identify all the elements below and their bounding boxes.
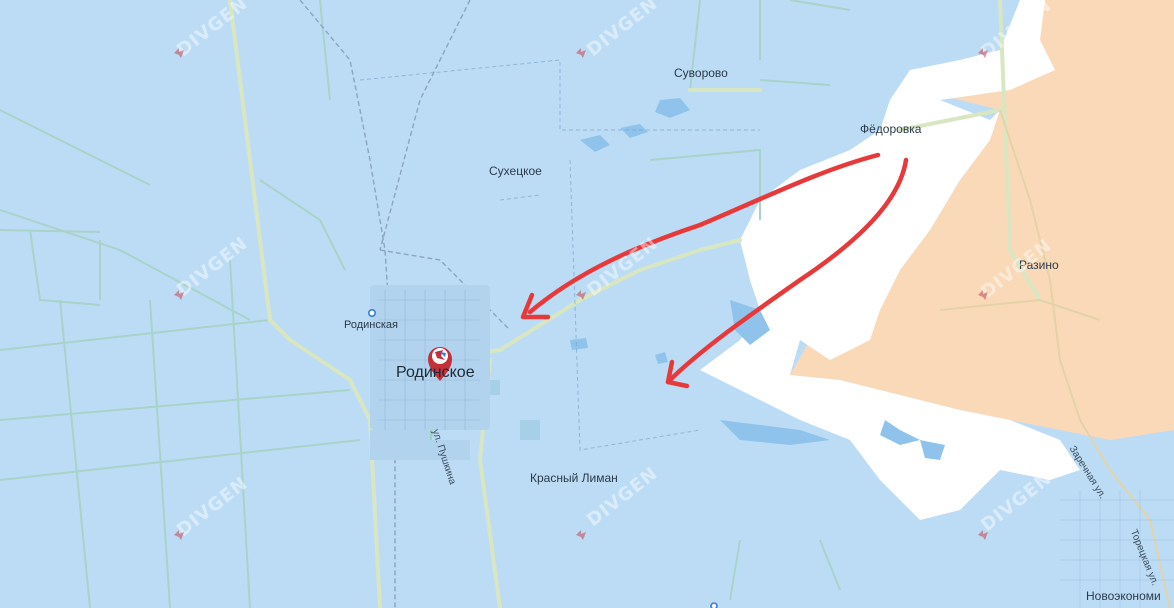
label-fedorovka: Фёдоровка: [860, 122, 922, 136]
map-canvas[interactable]: Суворово Фёдоровка Сухецкое Разино Родин…: [0, 0, 1174, 608]
watermark-logo-icon: [576, 290, 586, 300]
watermark-logo-icon: [978, 290, 988, 300]
watermark-logo-icon: [576, 530, 586, 540]
station-icon-south: [710, 602, 718, 608]
label-suvorovo: Суворово: [674, 66, 728, 80]
watermark-logo-icon: [174, 48, 184, 58]
watermark-logo-icon: [978, 48, 988, 58]
label-novoekonomicheskoe: Новоэкономи: [1086, 589, 1161, 603]
watermark-logo-icon: [576, 48, 586, 58]
station-icon: [367, 308, 376, 317]
label-rodinskoe: Родинское: [396, 364, 475, 381]
watermark-logo-icon: [174, 530, 184, 540]
watermark-logo-icon: [174, 290, 184, 300]
watermark-logo-icon: [978, 530, 988, 540]
label-sukhetskoe: Сухецкое: [489, 164, 542, 178]
label-krasny-liman: Красный Лиман: [530, 471, 618, 485]
label-rodinskaya-station: Родинская: [344, 319, 398, 331]
